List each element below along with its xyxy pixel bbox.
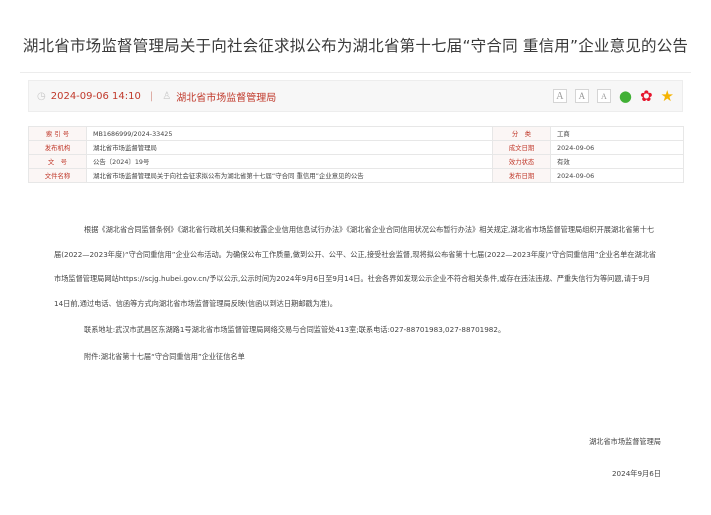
body-paragraph: 根据《湖北省合同监督条例》《湖北省行政机关归集和披露企业信用信息试行办法》《湖北… <box>54 225 657 308</box>
font-size-small-button[interactable]: A <box>596 89 611 103</box>
star-icon[interactable]: ★ <box>661 88 674 104</box>
info-value: 2024-09-06 <box>550 140 684 155</box>
info-label: 发布机构 <box>28 140 87 155</box>
info-value: 有效 <box>550 154 684 169</box>
weibo-icon[interactable]: ✿ <box>640 88 653 104</box>
info-label: 文件名称 <box>28 168 87 183</box>
meta-separator: | <box>149 90 154 102</box>
publish-datetime: 2024-09-06 14:10 <box>50 90 141 102</box>
contact-line: 联系地址:武汉市武昌区东湖路1号湖北省市场监督管理局网络交易与合同监管处413室… <box>84 325 506 334</box>
info-value: 湖北省市场监督管理局 <box>86 140 493 155</box>
document-info-table: 索 引 号 MB1686999/2024-33425 分 类工商 发布机构 湖北省市场监… <box>28 126 684 183</box>
info-row: 发布机构 湖北省市场监督管理局 成文日期 2024-09-06 <box>28 140 684 155</box>
article-page: 湖北省市场监督管理局关于向社会征求拟公布为湖北省第十七届“守合同 重信用”企业意… <box>0 0 711 515</box>
attachment-line[interactable]: 附件:湖北省第十七届“守合同重信用”企业征信名单 <box>54 345 658 370</box>
info-value: MB1686999/2024-33425 <box>86 126 493 141</box>
info-row: 索 引 号 MB1686999/2024-33425 分 类工商 <box>28 126 684 141</box>
font-size-medium-button[interactable]: A <box>574 89 589 103</box>
article-title: 湖北省市场监督管理局关于向社会征求拟公布为湖北省第十七届“守合同 重信用”企业意… <box>22 37 689 55</box>
info-value: 湖北省市场监督管理局关于向社会征求拟公布为湖北省第十七届“守合同 重信用”企业意… <box>86 168 493 183</box>
font-size-large-button[interactable]: A <box>552 89 567 103</box>
info-row: 文件名称 湖北省市场监督管理局关于向社会征求拟公布为湖北省第十七届“守合同 重信用… <box>28 168 684 183</box>
article-source: 湖北省市场监督管理局 <box>176 92 277 104</box>
info-label: 索 引 号 <box>28 126 87 141</box>
article-meta: ◷ 2024-09-06 14:10 | ♙ 湖北省市场监督管理局 <box>37 89 553 104</box>
info-label: 文 号 <box>28 154 87 169</box>
article-tools: A A A ● ✿ ★ <box>552 88 674 104</box>
wechat-icon[interactable]: ● <box>619 88 632 104</box>
person-icon: ♙ <box>162 90 172 102</box>
signature-date: 2024年9月6日 <box>611 469 661 478</box>
info-label: 分 类 <box>492 126 551 141</box>
article-body: 根据《湖北省合同监督条例》《湖北省行政机关归集和披露企业信用信息试行办法》《湖北… <box>54 218 658 369</box>
info-row: 文 号公告〔2024〕19号 效力状态 有效 <box>28 154 684 169</box>
signature-org: 湖北省市场监督管理局 <box>589 437 661 446</box>
info-label: 成文日期 <box>492 140 551 155</box>
info-label: 效力状态 <box>492 154 551 169</box>
article-meta-bar: ◷ 2024-09-06 14:10 | ♙ 湖北省市场监督管理局 A A A … <box>28 80 683 112</box>
info-value: 2024-09-06 <box>550 168 684 183</box>
clock-icon: ◷ <box>37 90 46 102</box>
info-value: 公告〔2024〕19号 <box>86 154 493 169</box>
info-label: 发布日期 <box>492 168 551 183</box>
info-value: 工商 <box>550 126 684 141</box>
title-divider <box>20 72 691 73</box>
